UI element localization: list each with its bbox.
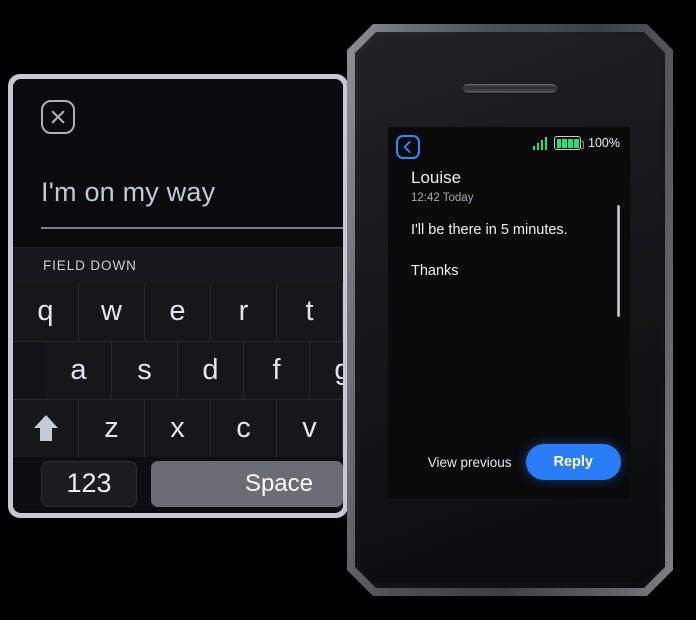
battery-full-icon	[554, 136, 585, 150]
compose-keyboard-screen: I'm on my way FIELD DOWN q w e r t a s d	[13, 79, 343, 513]
key-d[interactable]: d	[178, 341, 244, 399]
compose-text-input[interactable]: I'm on my way	[41, 177, 215, 208]
status-indicators: 100%	[532, 136, 620, 150]
reply-button[interactable]: Reply	[525, 444, 621, 480]
key-z[interactable]: z	[79, 399, 145, 457]
keyboard-row-2: a s d f g	[13, 340, 343, 399]
key-c[interactable]: c	[211, 399, 277, 457]
compose-area: I'm on my way	[13, 79, 343, 247]
view-previous-button[interactable]: View previous	[428, 455, 512, 470]
key-x[interactable]: x	[145, 399, 211, 457]
screenshot-stage: I'm on my way FIELD DOWN q w e r t a s d	[0, 0, 696, 620]
keyboard-row-1: q w e r t	[13, 283, 343, 341]
battery-percent-label: 100%	[588, 136, 620, 150]
close-x-icon[interactable]	[41, 100, 75, 134]
key-r[interactable]: r	[211, 283, 277, 341]
field-down-label: FIELD DOWN	[43, 258, 137, 273]
key-e[interactable]: e	[145, 283, 211, 341]
compose-keyboard-device: I'm on my way FIELD DOWN q w e r t a s d	[8, 74, 348, 518]
key-f[interactable]: f	[244, 341, 310, 399]
key-numeric-123[interactable]: 123	[41, 460, 137, 507]
keyboard-bottom-row: 123 Space	[13, 456, 343, 512]
key-t[interactable]: t	[277, 283, 343, 341]
signal-bars-icon	[532, 136, 548, 150]
chevron-left-icon[interactable]	[396, 135, 420, 159]
key-s[interactable]: s	[112, 341, 178, 399]
field-down-strip[interactable]: FIELD DOWN	[13, 247, 343, 283]
key-w[interactable]: w	[79, 283, 145, 341]
key-q[interactable]: q	[13, 283, 79, 341]
message-line: I'll be there in 5 minutes.	[411, 222, 568, 238]
message-preview-phone: 100% Louise 12:42 Today I'll be there in…	[347, 24, 673, 596]
key-space[interactable]: Space	[151, 460, 343, 507]
message-sender: Louise	[411, 168, 462, 187]
message-timestamp: 12:42 Today	[411, 192, 474, 204]
message-line: Thanks	[411, 263, 459, 279]
compose-input-underline	[41, 227, 343, 229]
earpiece-speaker	[463, 84, 557, 93]
key-a[interactable]: a	[46, 341, 112, 399]
key-g[interactable]: g	[310, 341, 343, 399]
status-bar: 100%	[388, 127, 630, 165]
message-scrollbar[interactable]	[617, 205, 620, 317]
keyboard-row-3: z x c v	[13, 398, 343, 457]
message-actions: View previous Reply	[388, 444, 630, 480]
message-body: I'll be there in 5 minutes. Thanks	[388, 207, 630, 281]
message-header: Louise 12:42 Today	[388, 165, 630, 207]
virtual-keyboard: q w e r t a s d f g z x c v 123 Space	[13, 283, 343, 512]
key-v[interactable]: v	[277, 399, 343, 457]
phone-screen: 100% Louise 12:42 Today I'll be there in…	[388, 127, 630, 499]
shift-arrow-up-icon[interactable]	[13, 399, 79, 457]
